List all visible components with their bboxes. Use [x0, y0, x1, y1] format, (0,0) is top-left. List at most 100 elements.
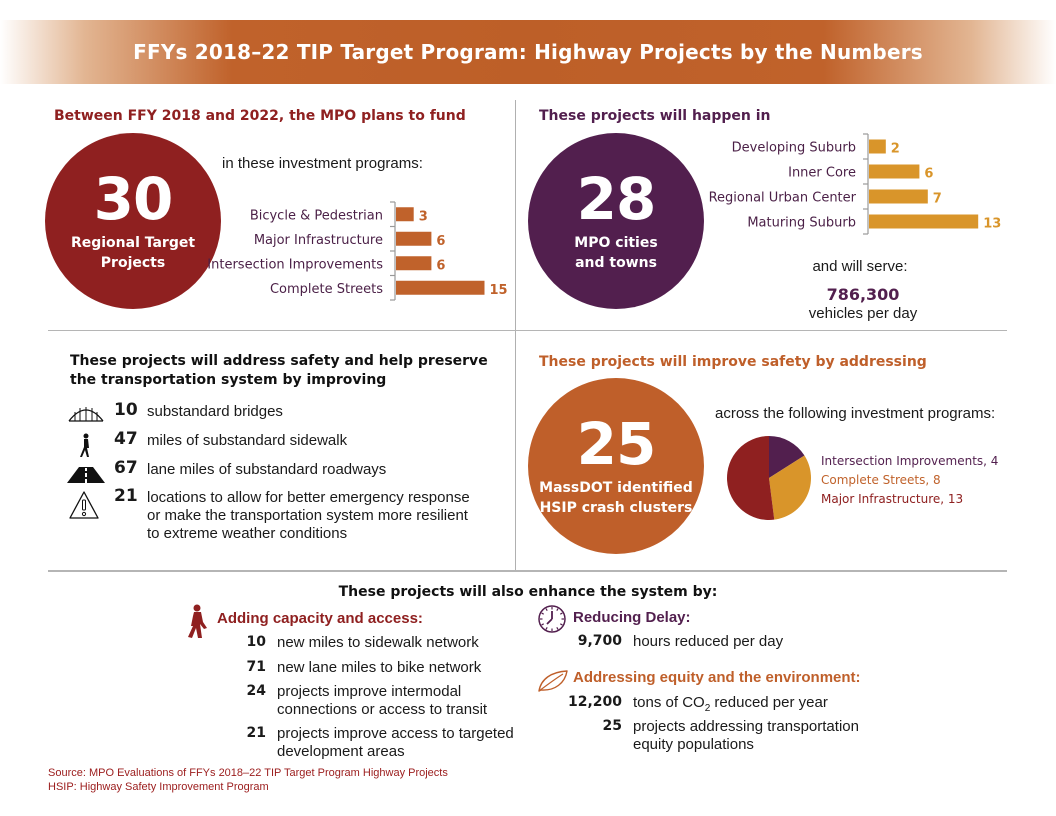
- bar: [869, 164, 920, 179]
- bar-category-label: Inner Core: [788, 166, 856, 181]
- mpo-cities-label-2: and towns: [575, 255, 657, 271]
- mpo-cities-label-1: MPO cities: [574, 235, 658, 251]
- preserve-heading-line-1: These projects will address safety and h…: [70, 353, 488, 369]
- serve-intro: and will serve:: [812, 258, 908, 275]
- leaf-icon: [538, 670, 568, 692]
- resilience-text-line-3: to extreme weather conditions: [147, 525, 348, 542]
- bar: [869, 189, 928, 204]
- intermodal-value: 24: [246, 683, 266, 699]
- equity-text-line-2: equity populations: [633, 736, 754, 753]
- bridges-value: 10: [114, 400, 138, 420]
- preserve-heading: These projects will address safety and h…: [70, 352, 488, 390]
- hsip-clusters-label-2: HSIP crash clusters: [539, 500, 693, 516]
- pie-legend-item: Intersection Improvements, 4: [821, 454, 999, 468]
- pie-legend-item: Major Infrastructure, 13: [821, 492, 964, 506]
- bar-category-label: Intersection Improvements: [207, 257, 383, 272]
- safety-heading: These projects will improve safety by ad…: [539, 354, 927, 370]
- walking-person-icon: [188, 604, 207, 638]
- delay-text: hours reduced per day: [633, 633, 784, 650]
- bar-category-label: Bicycle & Pedestrian: [250, 208, 383, 223]
- pie-legend-item: Complete Streets, 8: [821, 473, 941, 487]
- mpo-cities-count: 28: [576, 165, 657, 233]
- regional-projects-label-2: Projects: [100, 255, 166, 271]
- co2-text: tons of CO2 reduced per year: [633, 694, 828, 718]
- intermodal-text: projects improve intermodal connections …: [277, 683, 487, 719]
- regional-projects-circle: 30 Regional Target Projects: [45, 133, 221, 309]
- bar-value-label: 6: [436, 234, 445, 249]
- co2-text-post: reduced per year: [710, 694, 828, 711]
- resilience-text-line-1: locations to allow for better emergency …: [147, 489, 470, 506]
- roadways-text: lane miles of substandard roadways: [147, 461, 387, 478]
- bar-value-label: 6: [924, 167, 933, 182]
- pie-legend: Intersection Improvements, 4 Complete Str…: [821, 452, 998, 509]
- regional-projects-count: 30: [93, 165, 174, 233]
- hsip-pie-chart: [727, 436, 811, 520]
- investment-program-bar-chart: Bicycle & Pedestrian 3 Major Infrastructur…: [207, 201, 508, 301]
- roadways-value: 67: [114, 458, 138, 478]
- equity-value: 25: [602, 718, 622, 734]
- bar-category-label: Major Infrastructure: [254, 233, 383, 248]
- page-title: FFYs 2018–22 TIP Target Program: Highway…: [133, 40, 923, 64]
- co2-text-pre: tons of CO: [633, 694, 705, 711]
- development-areas-value: 21: [246, 725, 266, 741]
- resilience-value: 21: [114, 486, 138, 506]
- community-type-bar-chart: Developing Suburb 2 Inner Core 6 Regional Ur…: [709, 133, 1001, 235]
- intermodal-text-line-2: connections or access to transit: [277, 701, 488, 718]
- bar-value-label: 15: [490, 283, 508, 298]
- bar-value-label: 7: [933, 192, 942, 207]
- bar: [396, 231, 432, 246]
- development-areas-text: projects improve access to targeted deve…: [277, 725, 514, 761]
- clock-icon: [538, 605, 566, 633]
- vehicles-value: 786,300: [826, 285, 900, 304]
- location-heading: These projects will happen in: [539, 108, 771, 124]
- intermodal-text-line-1: projects improve intermodal: [277, 683, 462, 700]
- fund-heading: Between FFY 2018 and 2022, the MPO plans…: [54, 108, 466, 124]
- bridges-text: substandard bridges: [147, 403, 283, 420]
- bar-category-label: Developing Suburb: [732, 141, 856, 156]
- horizontal-divider-top: [48, 330, 1007, 331]
- bar: [396, 280, 485, 295]
- bike-network-value: 71: [246, 659, 266, 675]
- delay-heading: Reducing Delay:: [573, 609, 691, 626]
- bar: [396, 207, 414, 222]
- hsip-clusters-circle: 25 MassDOT identified HSIP crash cluster…: [528, 378, 704, 554]
- hsip-clusters-count: 25: [576, 410, 657, 478]
- warning-icon: [69, 491, 99, 519]
- resilience-text: locations to allow for better emergency …: [147, 489, 470, 543]
- capacity-heading: Adding capacity and access:: [217, 610, 423, 627]
- bar-value-label: 6: [436, 258, 445, 273]
- bar-value-label: 3: [419, 209, 428, 224]
- equity-heading: Addressing equity and the environment:: [573, 669, 861, 686]
- regional-projects-label-1: Regional Target: [70, 235, 196, 251]
- safety-programs-intro: across the following investment programs…: [715, 405, 996, 422]
- bar-category-label: Complete Streets: [270, 282, 383, 297]
- development-areas-text-line-2: development areas: [277, 743, 405, 760]
- sidewalk-network-text: new miles to sidewalk network: [277, 634, 479, 651]
- sidewalk-text: miles of substandard sidewalk: [147, 432, 348, 449]
- development-areas-text-line-1: projects improve access to targeted: [277, 725, 514, 742]
- vertical-divider: [515, 100, 516, 571]
- mpo-cities-circle: 28 MPO cities and towns: [528, 133, 704, 309]
- bar-value-label: 13: [983, 217, 1001, 232]
- bar-value-label: 2: [891, 142, 900, 157]
- roadway-icon: [67, 467, 105, 483]
- sidewalk-value: 47: [114, 429, 138, 449]
- bike-network-text: new lane miles to bike network: [277, 659, 482, 676]
- equity-text-line-1: projects addressing transportation: [633, 718, 859, 735]
- pie-slice: [727, 436, 775, 520]
- bar-category-label: Maturing Suburb: [747, 216, 856, 231]
- pedestrian-icon: [80, 433, 89, 457]
- preserve-heading-line-2: the transportation system by improving: [70, 372, 387, 388]
- delay-value: 9,700: [577, 633, 622, 649]
- hsip-note: HSIP: Highway Safety Improvement Program: [48, 781, 269, 793]
- enhance-heading: These projects will also enhance the sys…: [338, 584, 718, 600]
- source-note: Source: MPO Evaluations of FFYs 2018–22 …: [48, 767, 448, 779]
- sidewalk-network-value: 10: [246, 634, 266, 650]
- horizontal-divider-bottom: [48, 570, 1007, 572]
- bridge-icon: [68, 407, 104, 422]
- co2-value: 12,200: [567, 694, 622, 710]
- bar: [869, 139, 886, 154]
- hsip-clusters-label-1: MassDOT identified: [539, 480, 693, 496]
- equity-text: projects addressing transportation equit…: [633, 718, 859, 754]
- vehicles-label: vehicles per day: [808, 305, 918, 322]
